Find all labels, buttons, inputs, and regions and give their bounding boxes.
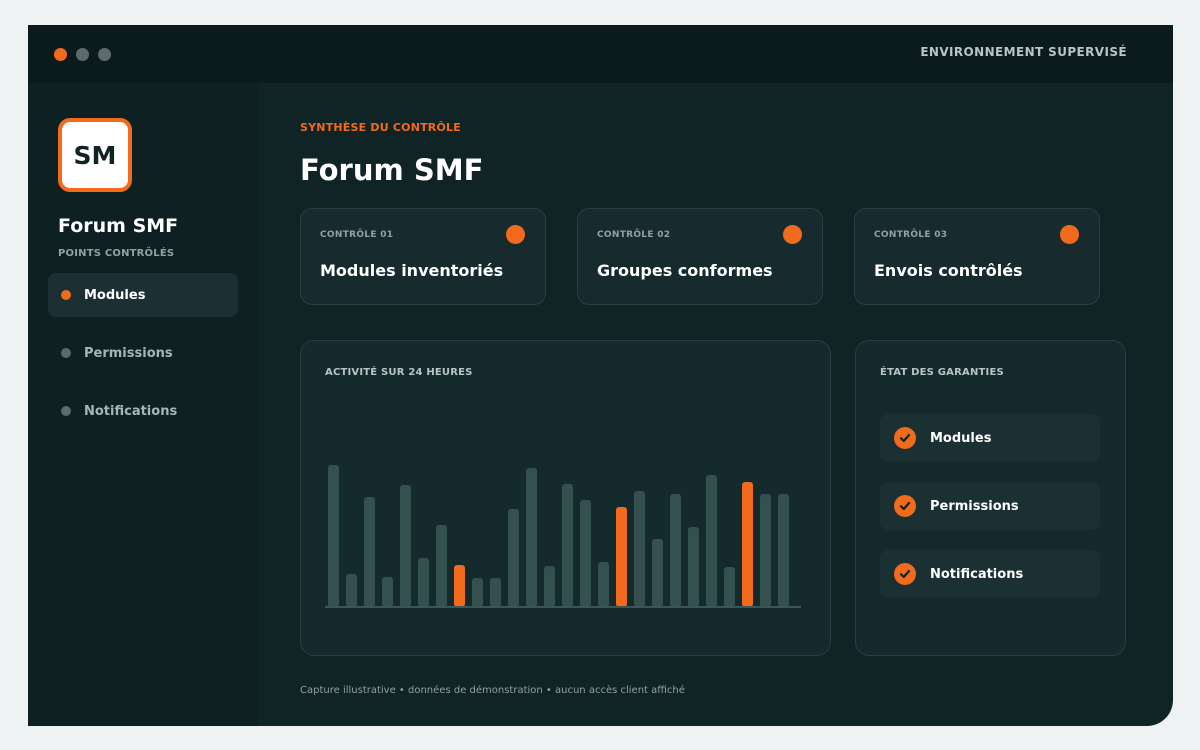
card-kicker: CONTRÔLE 01	[320, 230, 394, 240]
guarantee-label: Permissions	[930, 498, 1019, 514]
guarantee-item-notifications[interactable]: Notifications	[880, 550, 1100, 598]
activity-panel: ACTIVITÉ SUR 24 HEURES	[300, 340, 831, 656]
card-title: Envois contrôlés	[874, 261, 1023, 280]
card-kicker: CONTRÔLE 02	[597, 230, 671, 240]
sidebar-item-permissions[interactable]: Permissions	[48, 331, 238, 375]
activity-bar-3	[364, 497, 375, 607]
control-card-03[interactable]: CONTRÔLE 03 Envois contrôlés	[854, 208, 1100, 305]
card-kicker: CONTRÔLE 03	[874, 230, 948, 240]
sidebar-item-notifications[interactable]: Notifications	[48, 389, 238, 433]
guarantee-item-permissions[interactable]: Permissions	[880, 482, 1100, 530]
window-maximize-dot[interactable]	[98, 48, 111, 61]
activity-bar-5	[400, 485, 411, 607]
activity-chart	[325, 465, 801, 608]
activity-bar-22	[706, 475, 717, 607]
sidebar-item-label: Notifications	[84, 403, 178, 419]
sidebar-subtitle: POINTS CONTRÔLÉS	[58, 248, 175, 259]
activity-bar-17	[616, 507, 627, 607]
activity-bar-20	[670, 494, 681, 607]
title-bar: ENVIRONNEMENT SUPERVISÉ	[28, 25, 1173, 83]
check-icon	[894, 563, 916, 585]
sidebar-title: Forum SMF	[58, 215, 179, 237]
sidebar-item-label: Permissions	[84, 345, 173, 361]
activity-bar-11	[508, 509, 519, 607]
control-card-02[interactable]: CONTRÔLE 02 Groupes conformes	[577, 208, 823, 305]
status-dot-icon	[1060, 225, 1079, 244]
activity-bar-1	[328, 465, 339, 607]
environment-label: ENVIRONNEMENT SUPERVISÉ	[920, 45, 1127, 59]
activity-bar-4	[382, 577, 393, 607]
activity-bar-21	[688, 527, 699, 607]
guarantee-label: Modules	[930, 430, 992, 446]
sidebar: SM Forum SMF POINTS CONTRÔLÉS Modules Pe…	[28, 83, 258, 726]
logo-text: SM	[73, 140, 117, 170]
activity-bar-12	[526, 468, 537, 607]
status-dot-icon	[783, 225, 802, 244]
app-logo: SM	[58, 118, 132, 192]
activity-bar-9	[472, 578, 483, 607]
activity-bar-14	[562, 484, 573, 607]
status-dot-icon	[506, 225, 525, 244]
activity-bar-13	[544, 566, 555, 607]
sidebar-item-label: Modules	[84, 287, 146, 303]
activity-bar-7	[436, 525, 447, 607]
activity-bar-18	[634, 491, 645, 607]
activity-bar-25	[760, 494, 771, 607]
window-minimize-dot[interactable]	[76, 48, 89, 61]
section-kicker: SYNTHÈSE DU CONTRÔLE	[300, 121, 461, 134]
footer-note: Capture illustrative • données de démons…	[300, 685, 685, 696]
guarantees-panel: ÉTAT DES GARANTIES Modules Permissions N…	[855, 340, 1126, 656]
guarantees-title: ÉTAT DES GARANTIES	[880, 367, 1004, 378]
sidebar-item-modules[interactable]: Modules	[48, 273, 238, 317]
guarantee-item-modules[interactable]: Modules	[880, 414, 1100, 462]
activity-bar-19	[652, 539, 663, 607]
activity-bar-16	[598, 562, 609, 607]
activity-bar-8	[454, 565, 465, 607]
card-title: Modules inventoriés	[320, 261, 504, 280]
window-close-dot[interactable]	[54, 48, 67, 61]
activity-bar-15	[580, 500, 591, 607]
card-title: Groupes conformes	[597, 261, 773, 280]
control-card-01[interactable]: CONTRÔLE 01 Modules inventoriés	[300, 208, 546, 305]
status-dot-icon	[61, 406, 71, 416]
activity-bar-10	[490, 578, 501, 607]
page-title: Forum SMF	[300, 153, 484, 187]
status-dot-icon	[61, 348, 71, 358]
check-icon	[894, 427, 916, 449]
activity-bar-23	[724, 567, 735, 607]
activity-bar-6	[418, 558, 429, 607]
status-dot-icon	[61, 290, 71, 300]
activity-bar-24	[742, 482, 753, 607]
activity-bar-2	[346, 574, 357, 607]
guarantee-label: Notifications	[930, 566, 1024, 582]
app-window: ENVIRONNEMENT SUPERVISÉ SM Forum SMF POI…	[28, 25, 1173, 726]
activity-bar-26	[778, 494, 789, 607]
check-icon	[894, 495, 916, 517]
